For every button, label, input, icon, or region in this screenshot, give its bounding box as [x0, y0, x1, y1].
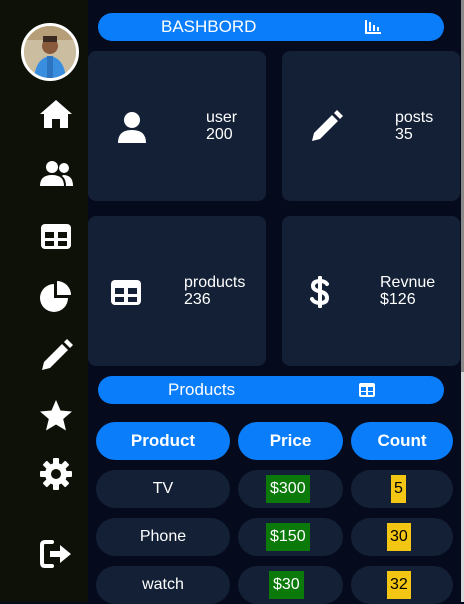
table-icon: [108, 274, 144, 310]
stat-card-revenue[interactable]: Revnue $126: [282, 216, 460, 366]
sign-out-icon[interactable]: [38, 536, 74, 572]
card-value: 236: [184, 291, 211, 308]
card-value: $126: [380, 291, 416, 308]
home-icon[interactable]: [38, 96, 74, 132]
pencil-icon: [308, 109, 344, 145]
header-title: BASHBORD: [161, 17, 257, 36]
table-cell-product: watch: [96, 566, 230, 604]
card-label: user: [206, 109, 238, 126]
avatar-image: [24, 26, 76, 78]
table-cell-product: Phone: [96, 518, 230, 556]
table-cell-count: 32: [351, 566, 453, 604]
table-cell-count: 5: [351, 470, 453, 508]
table-cell-price: $150: [238, 518, 343, 556]
table-header-product[interactable]: Product: [96, 422, 230, 460]
product-name: TV: [152, 480, 174, 497]
user-icon: [114, 109, 150, 145]
chart-bar-icon: [364, 19, 382, 35]
chart-pie-icon[interactable]: [38, 278, 74, 314]
table-header-price[interactable]: Price: [238, 422, 343, 460]
count-badge: 32: [387, 571, 411, 599]
card-label: posts: [395, 109, 434, 126]
table-icon: [358, 382, 376, 398]
products-section-header: Products: [98, 376, 444, 404]
table-cell-count: 30: [351, 518, 453, 556]
header-bar: BASHBORD: [98, 13, 444, 41]
table-icon[interactable]: [38, 218, 74, 254]
table-header-count[interactable]: Count: [351, 422, 453, 460]
star-icon[interactable]: [38, 398, 74, 434]
stat-card-users[interactable]: user 200: [88, 51, 266, 201]
product-name: watch: [142, 576, 184, 593]
products-section-title: Products: [168, 380, 236, 399]
dollar-icon: [302, 274, 338, 310]
card-value: 35: [395, 126, 413, 143]
stat-card-posts[interactable]: posts 35: [282, 51, 460, 201]
card-label: Revnue: [380, 274, 436, 291]
stat-card-products[interactable]: products 236: [88, 216, 266, 366]
main-content: BASHBORD user 200 posts 35 products 236 …: [88, 0, 464, 604]
table-cell-price: $30: [238, 566, 343, 604]
pencil-icon[interactable]: [38, 338, 74, 374]
price-badge: $30: [269, 571, 304, 599]
product-name: Phone: [139, 528, 187, 545]
count-badge: 30: [387, 523, 411, 551]
price-badge: $150: [266, 523, 310, 551]
price-badge: $300: [266, 475, 310, 503]
card-label: products: [184, 274, 246, 291]
table-cell-product: TV: [96, 470, 230, 508]
count-badge: 5: [391, 475, 406, 503]
sidebar: [0, 0, 88, 602]
avatar[interactable]: [21, 23, 79, 81]
card-value: 200: [206, 126, 233, 143]
gear-icon[interactable]: [38, 456, 74, 492]
users-icon[interactable]: [38, 156, 74, 192]
table-cell-price: $300: [238, 470, 343, 508]
